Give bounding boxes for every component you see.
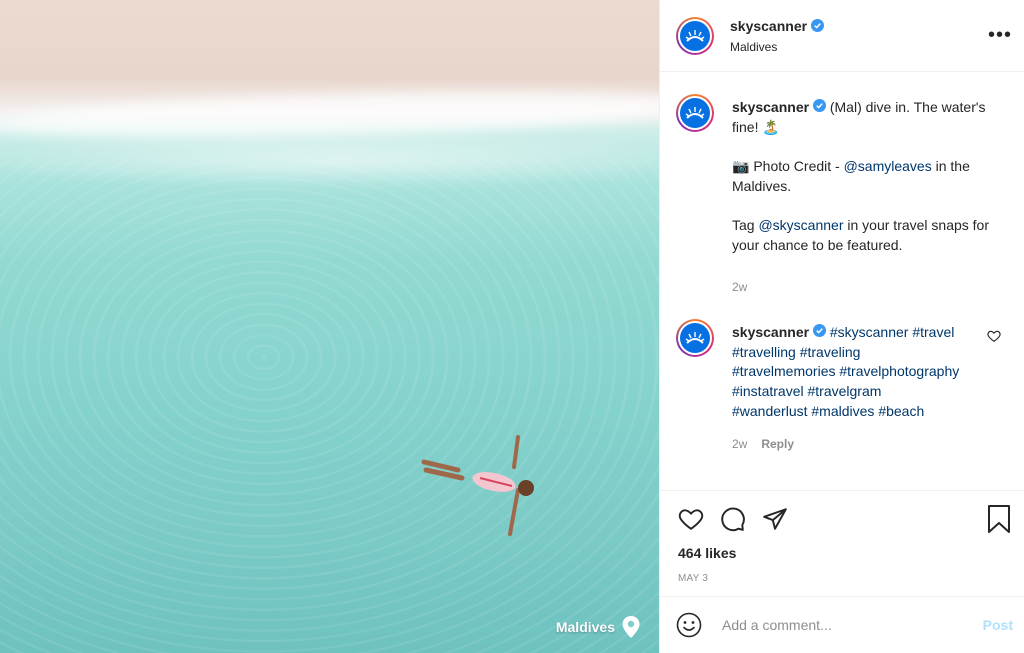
hashtag-link[interactable]: #travelling <box>732 344 796 360</box>
header-location[interactable]: Maldives <box>730 40 824 54</box>
share-paper-plane-icon[interactable] <box>762 506 788 532</box>
caption-comment: skyscanner (Mal) dive in. The water's fi… <box>660 94 1024 297</box>
post-comment-button[interactable]: Post <box>983 617 1013 633</box>
swimmer-figure <box>421 435 534 536</box>
skyscanner-logo-icon <box>685 107 705 119</box>
photo-location-tag[interactable]: Maldives <box>556 615 641 639</box>
hashtag-link[interactable]: #beach <box>878 403 924 419</box>
skyscanner-logo-icon <box>685 29 705 42</box>
header-username[interactable]: skyscanner <box>730 18 807 34</box>
hashtag-link[interactable]: #maldives <box>811 403 874 419</box>
hashtag-link[interactable]: #wanderlust <box>732 403 808 419</box>
bookmark-icon[interactable] <box>987 505 1011 533</box>
water-ripples <box>0 160 659 653</box>
photo-credit-text: 📷 Photo Credit - <box>732 158 844 175</box>
avatar[interactable] <box>676 16 714 55</box>
mention-link[interactable]: @samyleaves <box>844 158 932 174</box>
caption-timestamp[interactable]: 2w <box>732 278 747 298</box>
hashtag-link[interactable]: #traveling <box>800 344 861 360</box>
hashtag-link[interactable]: #instatravel <box>732 383 804 399</box>
reply-button[interactable]: Reply <box>761 435 794 455</box>
more-options-icon[interactable]: ••• <box>988 24 1012 47</box>
post-photo[interactable]: Maldives <box>0 0 659 653</box>
mention-link[interactable]: @skyscanner <box>758 217 843 233</box>
comment-username[interactable]: skyscanner <box>732 324 809 340</box>
photo-location-label: Maldives <box>555 619 615 635</box>
comment-bubble-icon[interactable] <box>720 506 746 532</box>
avatar[interactable] <box>676 319 714 358</box>
comments-list[interactable]: skyscanner (Mal) dive in. The water's fi… <box>660 72 1024 490</box>
post-date[interactable]: MAY 3 <box>660 561 1024 584</box>
post-side-panel: skyscanner Maldives ••• skyscanner (Mal)… <box>659 0 1024 653</box>
hashtag-link[interactable]: #travelmemories <box>732 363 835 379</box>
emoji-icon[interactable] <box>676 612 702 638</box>
hashtag-link[interactable]: #travelphotography <box>839 363 959 379</box>
add-comment-bar: Post <box>660 596 1024 653</box>
verified-badge-icon <box>812 324 826 338</box>
avatar[interactable] <box>676 94 714 132</box>
like-comment-heart-icon[interactable] <box>987 329 1001 343</box>
likes-count[interactable]: 464 likes <box>660 533 1024 561</box>
hashtag-link[interactable]: #skyscanner <box>830 324 909 340</box>
tag-text: Tag <box>732 217 759 234</box>
comment-timestamp[interactable]: 2w <box>732 435 747 455</box>
like-heart-icon[interactable] <box>678 506 704 532</box>
hashtag-link[interactable]: #travel <box>912 324 954 340</box>
post-actions: 464 likes MAY 3 <box>660 490 1024 584</box>
location-pin-icon <box>622 616 640 638</box>
post-header: skyscanner Maldives ••• <box>660 0 1024 72</box>
skyscanner-logo-icon <box>685 332 705 344</box>
caption-username[interactable]: skyscanner <box>732 99 809 115</box>
comment-input[interactable] <box>720 616 974 634</box>
hashtag-comment: skyscanner #skyscanner #travel #travelli… <box>660 319 1024 455</box>
verified-badge-icon <box>811 19 825 32</box>
verified-badge-icon <box>812 99 826 112</box>
hashtag-link[interactable]: #travelgram <box>807 383 881 399</box>
